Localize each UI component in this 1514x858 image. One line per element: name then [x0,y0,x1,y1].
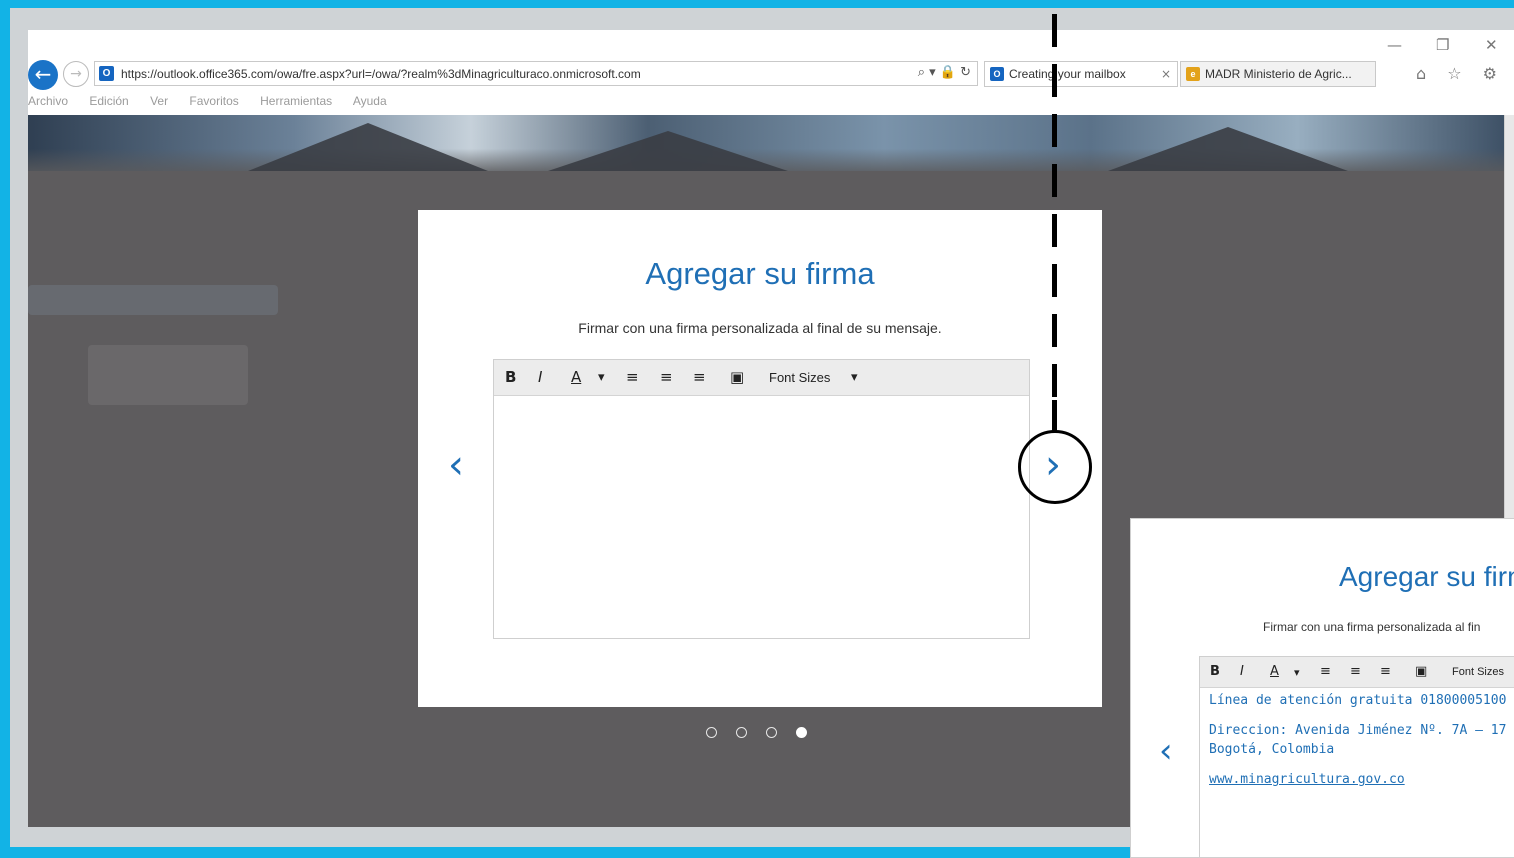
browser-toolbar-icons[interactable]: ⌂ ☆ ⚙ [1416,64,1505,83]
dialog-zoom-title: Agregar su firm [1339,561,1514,592]
insert-image-icon[interactable]: ▣ [730,368,744,386]
bold-icon[interactable]: B [1210,664,1220,679]
italic-icon[interactable]: I [538,368,542,386]
signature-line-city[interactable]: Bogotá, Colombia [1209,742,1334,757]
address-tools-icons[interactable]: ⌕ ▾ 🔒 ↻ [918,65,971,80]
font-color-dropdown-icon[interactable]: ▾ [598,370,605,385]
italic-icon[interactable]: I [1240,664,1244,679]
menu-ayuda[interactable]: Ayuda [353,94,387,108]
font-sizes-select[interactable]: Font Sizes [1452,666,1504,678]
outlook-tab-icon: O [990,67,1004,81]
font-color-icon[interactable]: A [571,368,581,386]
signature-line-phone[interactable]: Línea de atención gratuita 01800005100 [1209,693,1506,708]
tab-close-icon[interactable]: × [1161,62,1171,86]
font-sizes-select[interactable]: Font Sizes [769,370,830,385]
annotation-dash [1052,400,1057,432]
bold-icon[interactable]: B [505,368,516,386]
annotation-dash [1052,214,1057,247]
minimize-icon[interactable]: — [1387,36,1402,54]
blurred-panel [88,345,248,405]
annotation-dash [1052,164,1057,197]
menu-herramientas[interactable]: Herramientas [260,94,332,108]
menu-bar: Archivo Edición Ver Favoritos Herramient… [28,94,405,114]
editor-toolbar-zoom: B I A ▾ ≡ ≡ ≡ ▣ Font Sizes [1200,657,1514,688]
signature-editor-zoom: B I A ▾ ≡ ≡ ≡ ▣ Font Sizes Línea de aten… [1199,656,1514,857]
signature-link-website[interactable]: www.minagricultura.gov.co [1209,772,1405,787]
align-center-icon[interactable]: ≡ [660,368,673,386]
back-button[interactable]: ← [28,60,58,90]
annotation-dash [1052,114,1057,147]
chevron-left-icon[interactable]: ‹ [448,445,464,485]
tab-label: MADR Ministerio de Agric... [1205,67,1352,81]
editor-toolbar: B I A ▾ ≡ ≡ ≡ ▣ Font Sizes ▾ [494,360,1029,396]
font-sizes-dropdown-icon[interactable]: ▾ [851,370,858,385]
signature-dialog: Agregar su firma Firmar con una firma pe… [418,210,1102,707]
blurred-nav [28,285,278,315]
mountain-banner [28,115,1504,171]
close-icon[interactable]: ✕ [1485,36,1498,54]
restore-icon[interactable]: ❐ [1436,36,1449,54]
tab-madr[interactable]: e MADR Ministerio de Agric... [1180,61,1376,87]
menu-favoritos[interactable]: Favoritos [189,94,238,108]
arrow-left-icon: ← [34,62,52,86]
address-bar[interactable]: O https://outlook.office365.com/owa/fre.… [94,61,978,86]
pager-dot-1[interactable] [706,727,717,738]
align-center-icon[interactable]: ≡ [1350,664,1361,679]
pager-dot-3[interactable] [766,727,777,738]
insert-image-icon[interactable]: ▣ [1415,664,1427,679]
outlook-favicon-icon: O [99,66,114,81]
annotation-dash [1052,14,1057,47]
forward-button[interactable]: → [63,61,89,87]
arrow-right-icon: → [70,66,82,82]
ie-tab-icon: e [1186,67,1200,81]
menu-ver[interactable]: Ver [150,94,168,108]
url-text[interactable]: https://outlook.office365.com/owa/fre.as… [121,67,641,81]
annotation-dash [1052,314,1057,347]
font-color-dropdown-icon[interactable]: ▾ [1294,666,1300,679]
align-left-icon[interactable]: ≡ [626,368,639,386]
pager-dot-2[interactable] [736,727,747,738]
signature-line-address[interactable]: Direccion: Avenida Jiménez Nº. 7A – 17 [1209,723,1506,738]
chevron-left-icon[interactable]: ‹ [1159,731,1173,771]
menu-edicion[interactable]: Edición [89,94,128,108]
signature-editor: B I A ▾ ≡ ≡ ≡ ▣ Font Sizes ▾ [493,359,1030,639]
pager-dot-4[interactable] [796,727,807,738]
signature-text-area[interactable] [494,396,1029,638]
signature-dialog-zoom: Agregar su firm Firmar con una firma per… [1130,518,1514,858]
dialog-subtitle: Firmar con una firma personalizada al fi… [578,320,942,336]
dialog-title: Agregar su firma [645,256,875,291]
tab-label: Creating your mailbox [1009,67,1126,81]
align-right-icon[interactable]: ≡ [1380,664,1391,679]
font-color-icon[interactable]: A [1270,664,1279,679]
align-left-icon[interactable]: ≡ [1320,664,1331,679]
annotation-dash [1052,64,1057,97]
dialog-zoom-subtitle: Firmar con una firma personalizada al fi… [1263,620,1481,634]
annotation-dash [1052,364,1057,397]
align-right-icon[interactable]: ≡ [693,368,706,386]
annotation-circle [1018,430,1092,504]
annotation-dash [1052,264,1057,297]
tab-creating-mailbox[interactable]: O Creating your mailbox × [984,61,1178,87]
menu-archivo[interactable]: Archivo [28,94,68,108]
